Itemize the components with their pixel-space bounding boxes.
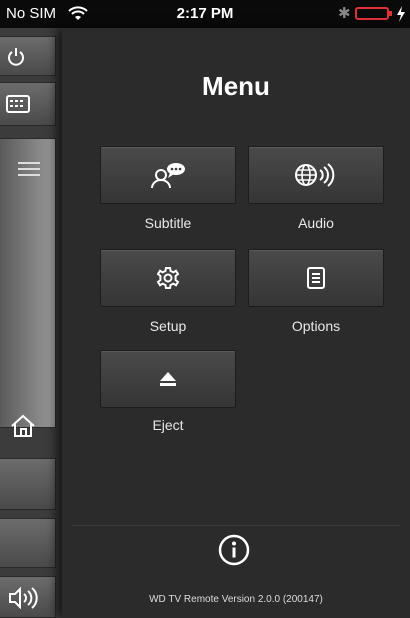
options-icon — [307, 267, 325, 289]
options-label: Options — [291, 318, 341, 334]
power-icon — [8, 48, 24, 66]
menu-panel: Menu Subtitle Audio Setup Options Eject … — [62, 28, 410, 618]
audio-label: Audio — [298, 215, 334, 231]
sidebar-slider[interactable] — [0, 138, 56, 437]
sidebar-button-blank-2[interactable] — [0, 518, 56, 568]
status-bar: No SIM 2:17 PM ✱ — [0, 0, 410, 28]
audio-icon — [295, 163, 335, 187]
power-button[interactable] — [0, 36, 56, 76]
subtitle-label: Subtitle — [144, 215, 192, 231]
setup-button[interactable] — [100, 249, 236, 307]
eject-label: Eject — [152, 417, 184, 433]
keyboard-button[interactable] — [0, 82, 56, 126]
remote-sidebar — [0, 28, 62, 618]
eject-button[interactable] — [100, 350, 236, 408]
gear-icon — [156, 267, 180, 289]
battery-icon — [355, 7, 392, 20]
volume-icon — [9, 587, 38, 609]
version-label: WD TV Remote Version 2.0.0 (200147) — [149, 594, 323, 605]
setup-label: Setup — [149, 318, 187, 334]
keyboard-icon — [6, 95, 30, 113]
volume-button[interactable] — [0, 576, 56, 618]
sidebar-button-blank-1[interactable] — [0, 458, 56, 510]
menu-lines-icon — [18, 162, 40, 176]
subtitle-icon — [151, 163, 185, 189]
eject-icon — [160, 372, 176, 386]
page-title: Menu — [202, 71, 270, 101]
subtitle-button[interactable] — [100, 146, 236, 204]
audio-button[interactable] — [248, 146, 384, 204]
bluetooth-icon: ✱ — [338, 5, 351, 22]
info-icon[interactable] — [218, 534, 250, 566]
footer-divider — [72, 525, 400, 526]
options-button[interactable] — [248, 249, 384, 307]
charging-icon — [397, 6, 405, 22]
home-icon — [11, 414, 35, 437]
